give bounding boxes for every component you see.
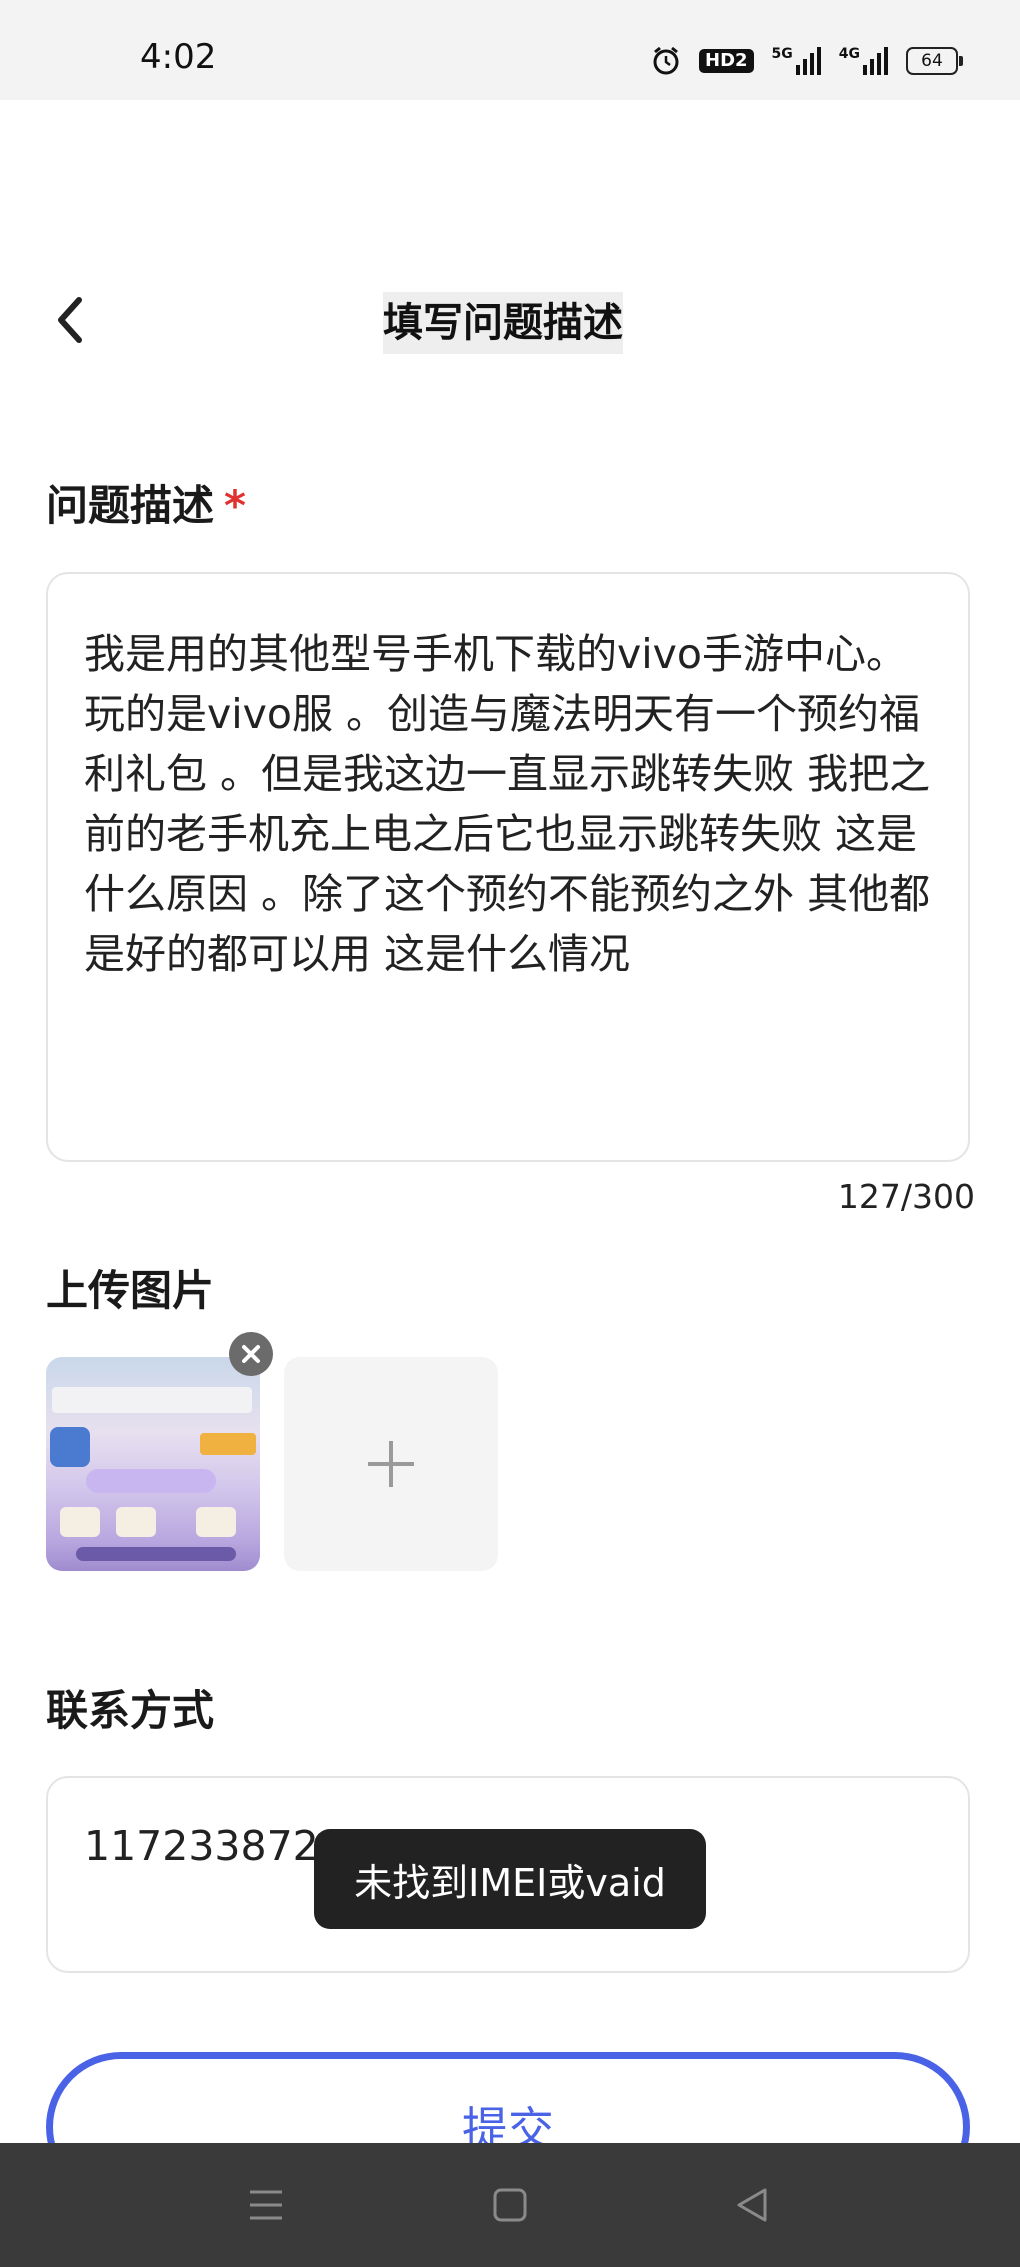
battery-icon: 64 (906, 47, 963, 75)
alarm-icon (653, 46, 679, 75)
recent-apps-button[interactable] (244, 2183, 288, 2227)
chevron-left-icon (58, 297, 82, 343)
add-image-button[interactable] (284, 1357, 498, 1571)
toast-message: 未找到IMEI或vaid (314, 1829, 706, 1929)
nav-back-button[interactable] (730, 2183, 774, 2227)
status-bar: 4:02 HD2 5G 4G 64 (0, 0, 1020, 100)
system-nav-bar (0, 2143, 1020, 2267)
uploaded-image-thumbnail[interactable] (46, 1357, 260, 1571)
required-mark: * (224, 481, 246, 530)
signal-5g-icon: 5G (772, 47, 821, 75)
contact-label: 联系方式 (46, 1686, 215, 1735)
contact-value: 1172338720 (84, 1822, 345, 1870)
menu-icon (250, 2190, 282, 2220)
close-icon (242, 1345, 260, 1363)
status-time: 4:02 (140, 37, 217, 77)
plus-icon (368, 1441, 414, 1487)
description-label-text: 问题描述 (46, 481, 215, 530)
status-icons: HD2 5G 4G 64 (651, 44, 963, 78)
network-type-label: 5G (771, 46, 793, 62)
description-text: 我是用的其他型号手机下载的vivo手游中心。玩的是vivo服 。创造与魔法明天有… (84, 630, 931, 978)
home-square-icon (493, 2188, 527, 2222)
description-textarea[interactable]: 我是用的其他型号手机下载的vivo手游中心。玩的是vivo服 。创造与魔法明天有… (46, 572, 970, 1162)
signal-4g-icon: 4G (839, 47, 888, 75)
hd-voice-badge: HD2 (699, 49, 754, 73)
back-button[interactable] (44, 290, 94, 350)
home-button[interactable] (488, 2183, 532, 2227)
page-title: 填写问题描述 (383, 292, 623, 354)
remove-image-button[interactable] (229, 1332, 273, 1376)
upload-label: 上传图片 (46, 1266, 215, 1315)
description-label: 问题描述 * (46, 485, 246, 527)
network-type-label: 4G (838, 46, 860, 62)
character-counter: 127/300 (837, 1177, 975, 1216)
back-triangle-icon (737, 2188, 767, 2222)
